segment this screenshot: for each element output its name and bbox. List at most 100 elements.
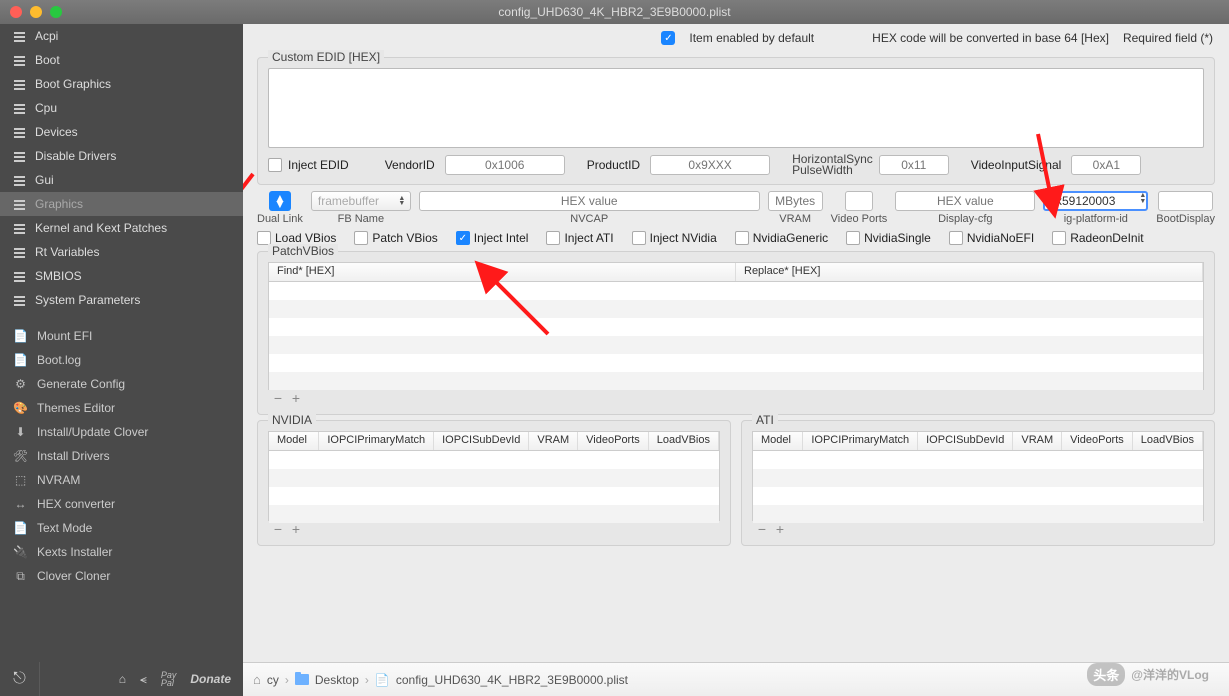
add-row-button[interactable]: + — [288, 523, 304, 537]
custom-edid-group: Custom EDID [HEX] Inject EDID VendorID P… — [257, 57, 1215, 185]
video-ports-input[interactable] — [845, 191, 873, 211]
fb-name-select[interactable]: framebuffer▲▼ — [311, 191, 411, 211]
sidebar-item-kernel-kext[interactable]: Kernel and Kext Patches — [0, 216, 243, 240]
home-icon: ⌂ — [253, 672, 261, 687]
patch-vbios-group: PatchVBios Find* [HEX] Replace* [HEX] −+ — [257, 251, 1215, 415]
nvcap-input[interactable] — [419, 191, 760, 211]
dual-link-stepper[interactable]: ▲▼ — [269, 191, 291, 211]
ati-table[interactable] — [752, 451, 1204, 521]
copy-icon: ⧉ — [14, 570, 27, 583]
required-note: Required field (*) — [1123, 31, 1213, 45]
tool-nvram[interactable]: ⬚NVRAM — [0, 468, 243, 492]
chevron-updown-icon: ▲▼ — [1139, 193, 1146, 205]
inject-nvidia-checkbox[interactable] — [632, 231, 646, 245]
breadcrumb: ⌂ cy › Desktop › 📄 config_UHD630_4K_HBR2… — [243, 662, 1229, 696]
titlebar: config_UHD630_4K_HBR2_3E9B0000.plist — [0, 0, 1229, 24]
add-row-button[interactable]: + — [288, 392, 304, 406]
chip-icon: ⬚ — [14, 474, 27, 487]
enabled-label: Item enabled by default — [689, 31, 814, 45]
doc-icon: 📄 — [14, 354, 27, 367]
close-button[interactable] — [10, 6, 22, 18]
sidebar: Acpi Boot Boot Graphics Cpu Devices Disa… — [0, 24, 243, 662]
sidebar-item-system-parameters[interactable]: System Parameters — [0, 288, 243, 312]
crumb-file[interactable]: config_UHD630_4K_HBR2_3E9B0000.plist — [396, 673, 628, 687]
crumb-desktop[interactable]: Desktop — [315, 673, 359, 687]
sidebar-item-smbios[interactable]: SMBIOS — [0, 264, 243, 288]
plug-icon: 🔌 — [14, 546, 27, 559]
tools-icon: 🛠 — [14, 450, 27, 463]
ig-platform-id-input[interactable] — [1043, 191, 1148, 211]
remove-row-button[interactable]: − — [270, 523, 286, 537]
paypal-icon: PayPal — [161, 671, 177, 687]
nvidia-single-checkbox[interactable] — [846, 231, 860, 245]
inject-intel-checkbox[interactable]: ✓ — [456, 231, 470, 245]
nvidia-group: NVIDIA Model IOPCIPrimaryMatch IOPCISubD… — [257, 420, 731, 546]
sidebar-item-disable-drivers[interactable]: Disable Drivers — [0, 144, 243, 168]
ati-group: ATI Model IOPCIPrimaryMatch IOPCISubDevI… — [741, 420, 1215, 546]
vis-input[interactable] — [1071, 155, 1141, 175]
tool-hex-converter[interactable]: ↔HEX converter — [0, 492, 243, 516]
inject-ati-checkbox[interactable] — [546, 231, 560, 245]
patch-vbios-header: Find* [HEX] Replace* [HEX] — [268, 262, 1204, 282]
ati-header: Model IOPCIPrimaryMatch IOPCISubDevId VR… — [752, 431, 1204, 451]
sidebar-item-boot-graphics[interactable]: Boot Graphics — [0, 72, 243, 96]
doc-icon: 📄 — [14, 522, 27, 535]
radeon-deinit-checkbox[interactable] — [1052, 231, 1066, 245]
remove-row-button[interactable]: − — [270, 392, 286, 406]
main-panel: ✓ Item enabled by default HEX code will … — [243, 24, 1229, 662]
tool-kexts-installer[interactable]: 🔌Kexts Installer — [0, 540, 243, 564]
tool-generate-config[interactable]: ⚙Generate Config — [0, 372, 243, 396]
nvidia-header: Model IOPCIPrimaryMatch IOPCISubDevId VR… — [268, 431, 720, 451]
tool-clover-cloner[interactable]: ⧉Clover Cloner — [0, 564, 243, 588]
sidebar-item-graphics[interactable]: Graphics — [0, 192, 243, 216]
donate-button[interactable]: Donate — [190, 672, 231, 686]
load-vbios-checkbox[interactable] — [257, 231, 271, 245]
tool-install-drivers[interactable]: 🛠Install Drivers — [0, 444, 243, 468]
watermark: 头条 @洋洋的VLog — [1087, 663, 1209, 686]
boot-display-input[interactable] — [1158, 191, 1213, 211]
nvidia-generic-checkbox[interactable] — [735, 231, 749, 245]
minimize-button[interactable] — [30, 6, 42, 18]
sidebar-item-acpi[interactable]: Acpi — [0, 24, 243, 48]
custom-edid-textarea[interactable] — [268, 68, 1204, 148]
folder-icon — [295, 674, 309, 685]
doc-icon: 📄 — [14, 330, 27, 343]
download-icon: ⬇ — [14, 426, 27, 439]
patch-vbios-table[interactable] — [268, 282, 1204, 390]
tool-themes-editor[interactable]: 🎨Themes Editor — [0, 396, 243, 420]
remove-row-button[interactable]: − — [754, 523, 770, 537]
home-icon[interactable]: ⌂ — [119, 672, 126, 686]
enabled-checkbox[interactable]: ✓ — [661, 31, 675, 45]
vendorid-input[interactable] — [445, 155, 565, 175]
exit-button[interactable]: ⎋ — [0, 662, 40, 696]
tool-text-mode[interactable]: 📄Text Mode — [0, 516, 243, 540]
sidebar-item-boot[interactable]: Boot — [0, 48, 243, 72]
tool-mount-efi[interactable]: 📄Mount EFI — [0, 324, 243, 348]
nvidia-table[interactable] — [268, 451, 720, 521]
palette-icon: 🎨 — [14, 402, 27, 415]
sidebar-item-gui[interactable]: Gui — [0, 168, 243, 192]
add-row-button[interactable]: + — [772, 523, 788, 537]
nvidia-noefi-checkbox[interactable] — [949, 231, 963, 245]
tool-install-clover[interactable]: ⬇Install/Update Clover — [0, 420, 243, 444]
window-title: config_UHD630_4K_HBR2_3E9B0000.plist — [498, 5, 730, 19]
swap-icon: ↔ — [14, 498, 27, 511]
display-cfg-input[interactable] — [895, 191, 1035, 211]
sidebar-footer: ⎋ ⌂ ⪪ PayPal Donate — [0, 662, 243, 696]
sidebar-item-rt-variables[interactable]: Rt Variables — [0, 240, 243, 264]
patch-vbios-checkbox[interactable] — [354, 231, 368, 245]
gear-icon: ⚙ — [14, 378, 27, 391]
hex-note: HEX code will be converted in base 64 [H… — [872, 31, 1109, 45]
sidebar-item-cpu[interactable]: Cpu — [0, 96, 243, 120]
hsync-input[interactable] — [879, 155, 949, 175]
chevron-updown-icon: ▲▼ — [396, 192, 408, 210]
tool-boot-log[interactable]: 📄Boot.log — [0, 348, 243, 372]
inject-edid-checkbox[interactable] — [268, 158, 282, 172]
sidebar-item-devices[interactable]: Devices — [0, 120, 243, 144]
crumb-user[interactable]: cy — [267, 673, 279, 687]
productid-input[interactable] — [650, 155, 770, 175]
file-icon: 📄 — [375, 673, 390, 687]
vram-input[interactable] — [768, 191, 823, 211]
zoom-button[interactable] — [50, 6, 62, 18]
share-icon[interactable]: ⪪ — [140, 672, 147, 687]
